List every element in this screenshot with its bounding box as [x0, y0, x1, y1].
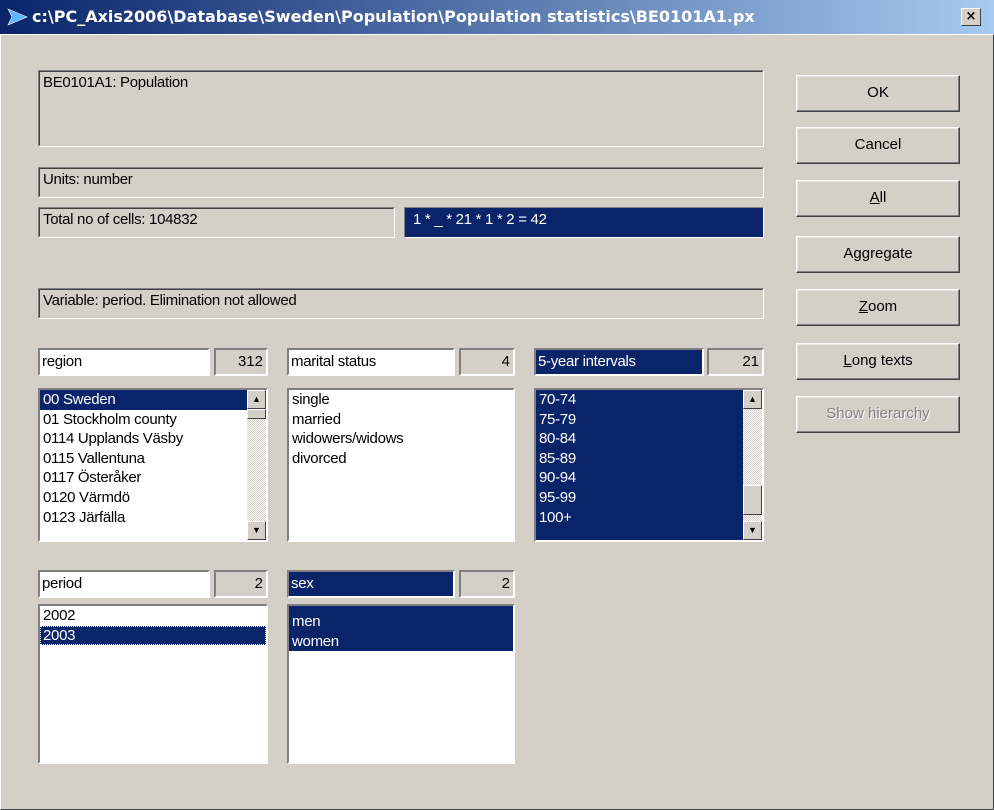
list-item[interactable]: 0115 Vallentuna: [40, 449, 266, 469]
marital-status-value-count: 4: [459, 348, 515, 376]
all-label: ll: [879, 189, 887, 206]
marital-status-variable-header[interactable]: marital status: [287, 348, 455, 376]
scroll-down-icon[interactable]: ▼: [247, 521, 266, 540]
region-value-count: 312: [214, 348, 268, 376]
list-item[interactable]: women: [289, 631, 513, 652]
period-listbox[interactable]: 2002 2003: [38, 604, 268, 764]
title-bar: c:\PC_Axis2006\Database\Sweden\Populatio…: [0, 0, 994, 34]
sex-count-text: 2: [501, 575, 510, 592]
list-item[interactable]: 85-89: [536, 448, 762, 469]
age-listbox[interactable]: 70-74 75-79 80-84 85-89 90-94 95-99 100+…: [534, 388, 764, 542]
show-hierarchy-button: Show hierarchy: [796, 396, 960, 433]
marital-status-listbox[interactable]: single married widowers/widows divorced: [287, 388, 515, 542]
ok-button[interactable]: OK: [796, 75, 960, 112]
long-texts-button[interactable]: Long texts: [796, 343, 960, 380]
list-item[interactable]: 0114 Upplands Väsby: [40, 429, 266, 449]
window-title: c:\PC_Axis2006\Database\Sweden\Populatio…: [32, 7, 755, 26]
list-item[interactable]: 80-84: [536, 429, 762, 449]
total-cells-field: Total no of cells: 104832: [38, 207, 395, 238]
variable-status-text: Variable: period. Elimination not allowe…: [43, 292, 297, 309]
age-variable-name: 5-year intervals: [538, 353, 636, 370]
list-item[interactable]: 2003: [40, 625, 266, 646]
pc-axis-app-icon: [7, 8, 28, 26]
list-item[interactable]: 0117 Österåker: [40, 468, 266, 488]
list-item[interactable]: 100+: [536, 507, 762, 528]
list-item[interactable]: 95-99: [536, 487, 762, 508]
sex-variable-name: sex: [291, 575, 314, 592]
list-item[interactable]: divorced: [289, 449, 513, 469]
total-cells-text: Total no of cells: 104832: [43, 211, 198, 228]
region-listbox[interactable]: 00 Sweden 01 Stockholm county 0114 Uppla…: [38, 388, 268, 542]
list-item[interactable]: 0120 Värmdö: [40, 488, 266, 508]
period-variable-header[interactable]: period: [38, 570, 210, 598]
long-texts-accelerator: L: [843, 352, 852, 369]
period-value-count: 2: [214, 570, 268, 598]
age-variable-header[interactable]: 5-year intervals: [534, 348, 704, 376]
scroll-thumb[interactable]: [743, 485, 762, 515]
long-texts-label: ong texts: [851, 352, 913, 369]
variable-status-field: Variable: period. Elimination not allowe…: [38, 288, 764, 319]
age-count-text: 21: [742, 353, 759, 370]
list-item[interactable]: 2002: [40, 606, 266, 626]
scroll-thumb[interactable]: [247, 409, 266, 419]
list-item[interactable]: 01 Stockholm county: [40, 410, 266, 430]
list-item[interactable]: single: [289, 390, 513, 410]
list-item[interactable]: 00 Sweden: [40, 390, 266, 410]
marital-status-variable-name: marital status: [291, 353, 376, 370]
scroll-up-icon[interactable]: ▲: [743, 390, 762, 409]
all-button[interactable]: All: [796, 180, 960, 217]
list-item[interactable]: 0123 Järfälla: [40, 508, 266, 528]
cancel-button[interactable]: Cancel: [796, 127, 960, 164]
age-value-count: 21: [707, 348, 764, 376]
selection-formula-text: 1 * _ * 21 * 1 * 2 = 42: [413, 211, 547, 228]
zoom-label: oom: [867, 298, 898, 315]
region-count-text: 312: [237, 353, 263, 370]
list-item[interactable]: widowers/widows: [289, 429, 513, 449]
units-text: Units: number: [43, 171, 133, 188]
list-item[interactable]: 90-94: [536, 468, 762, 488]
list-item[interactable]: 70-74: [536, 390, 762, 410]
units-field: Units: number: [38, 167, 764, 198]
list-item[interactable]: 75-79: [536, 409, 762, 430]
aggregate-button[interactable]: Aggregate: [796, 236, 960, 273]
list-item[interactable]: married: [289, 410, 513, 430]
period-count-text: 2: [254, 575, 263, 592]
close-button[interactable]: ×: [961, 8, 981, 26]
table-title-field: BE0101A1: Population: [38, 70, 764, 147]
selection-formula-field: 1 * _ * 21 * 1 * 2 = 42: [404, 207, 764, 238]
scroll-down-icon[interactable]: ▼: [743, 521, 762, 540]
all-accelerator: A: [869, 189, 880, 206]
period-variable-name: period: [42, 575, 82, 592]
age-scrollbar[interactable]: ▲ ▼: [743, 390, 762, 540]
zoom-accelerator: Z: [858, 298, 868, 315]
sex-value-count: 2: [459, 570, 515, 598]
sex-variable-header[interactable]: sex: [287, 570, 455, 598]
list-item[interactable]: men: [289, 612, 513, 632]
scroll-up-icon[interactable]: ▲: [247, 390, 266, 409]
region-scrollbar[interactable]: ▲ ▼: [247, 390, 266, 540]
table-title-text: BE0101A1: Population: [43, 74, 188, 91]
region-variable-name: region: [42, 353, 82, 370]
region-variable-header[interactable]: region: [38, 348, 210, 376]
zoom-button[interactable]: Zoom: [796, 289, 960, 326]
sex-listbox[interactable]: men women: [287, 604, 515, 764]
marital-status-count-text: 4: [501, 353, 510, 370]
